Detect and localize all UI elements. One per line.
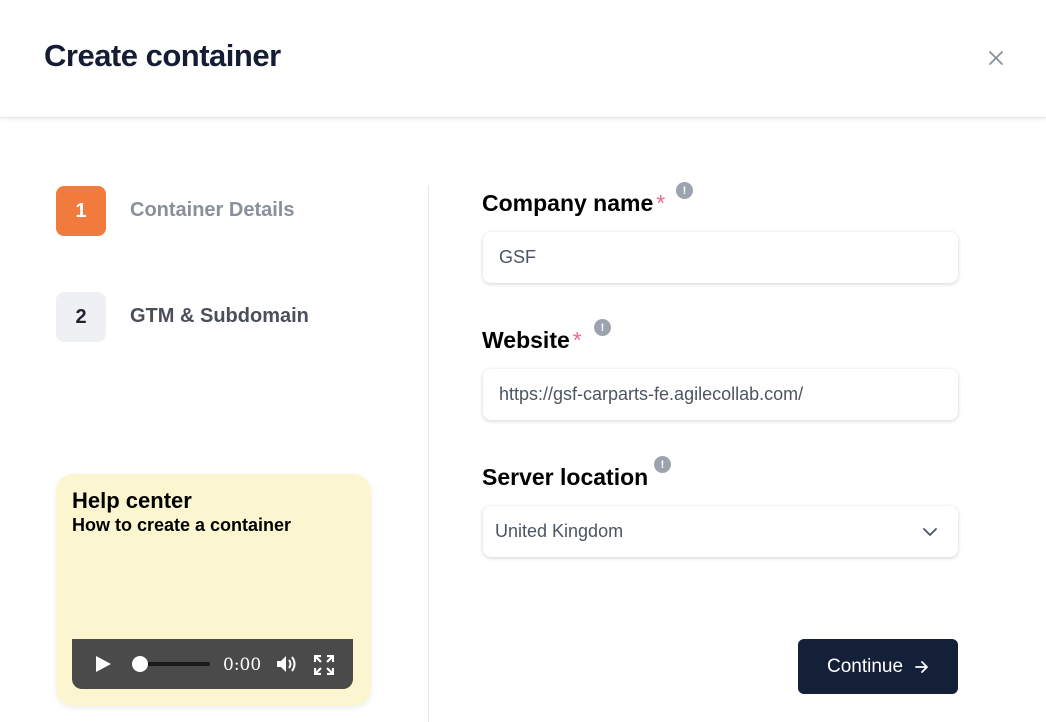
chevron-down-icon — [923, 528, 937, 536]
play-button[interactable] — [94, 655, 112, 673]
website-input[interactable]: https://gsf-carparts-fe.agilecollab.com/ — [483, 369, 958, 420]
help-subtitle: How to create a container — [72, 515, 292, 535]
help-title: Help center — [72, 488, 192, 513]
help-center-card: Help center How to create a container 0:… — [56, 474, 371, 706]
step-container-details[interactable]: 1 Container Details — [56, 186, 386, 236]
dialog-header: Create container — [0, 0, 1046, 118]
step-label: Container Details — [130, 199, 295, 221]
step-label: GTM & Subdomain — [130, 305, 309, 327]
website-label-text: Website — [482, 327, 570, 353]
step-number: 1 — [56, 186, 106, 236]
seek-handle[interactable] — [132, 656, 148, 672]
step-number: 2 — [56, 292, 106, 342]
close-button[interactable] — [984, 46, 1008, 70]
server-location-label: Server location — [482, 464, 649, 490]
video-time: 0:00 — [223, 655, 262, 675]
company-name-input[interactable]: GSF — [483, 232, 958, 283]
server-location-select[interactable]: United Kingdom — [483, 506, 958, 557]
website-info-icon[interactable]: ! — [594, 319, 611, 336]
server-location-value: United Kingdom — [495, 521, 624, 541]
dialog-title: Create container — [44, 38, 281, 73]
volume-icon — [277, 656, 296, 672]
play-icon — [96, 656, 111, 672]
required-asterisk: * — [656, 190, 666, 216]
fullscreen-button[interactable] — [313, 654, 335, 676]
vertical-divider — [428, 186, 429, 722]
arrow-right-icon — [915, 660, 928, 673]
website-label: Website * — [482, 327, 582, 354]
company-name-label-text: Company name — [482, 190, 654, 216]
company-name-label: Company name * — [482, 190, 665, 217]
required-asterisk: * — [572, 327, 582, 353]
step-gtm-subdomain[interactable]: 2 GTM & Subdomain — [56, 292, 386, 342]
server-location-info-icon[interactable]: ! — [654, 456, 671, 473]
fullscreen-icon — [313, 654, 335, 676]
video-player-controls: 0:00 — [72, 639, 353, 689]
company-name-info-icon[interactable]: ! — [676, 182, 693, 199]
volume-button[interactable] — [276, 654, 298, 674]
continue-button[interactable]: Continue — [798, 639, 958, 694]
continue-label: Continue — [826, 655, 904, 677]
close-icon — [989, 51, 1003, 65]
